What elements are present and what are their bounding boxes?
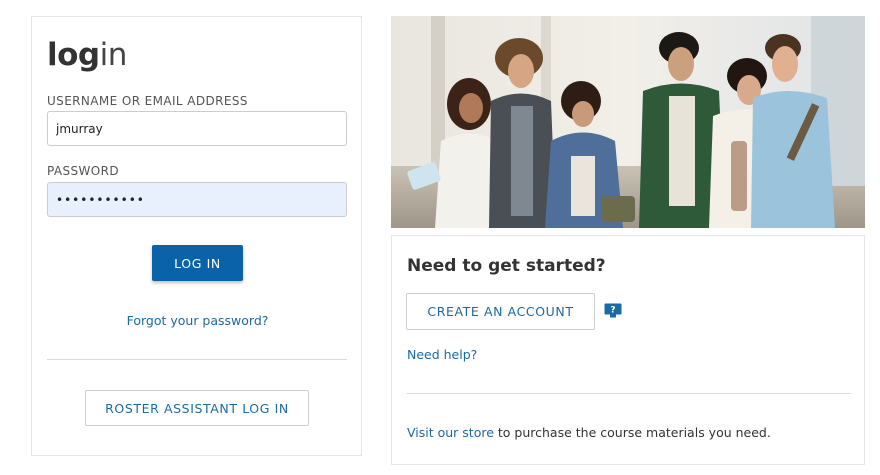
- hero-students-photo: [391, 16, 865, 228]
- svg-text:?: ?: [610, 306, 615, 316]
- get-started-card: Need to get started? CREATE AN ACCOUNT ?…: [391, 235, 865, 465]
- password-input[interactable]: [47, 182, 347, 217]
- login-card: login USERNAME OR EMAIL ADDRESS PASSWORD…: [31, 16, 362, 456]
- username-input[interactable]: [47, 111, 347, 146]
- need-help-link[interactable]: Need help?: [407, 347, 477, 362]
- login-title: login: [47, 37, 127, 73]
- visit-store-link[interactable]: Visit our store: [407, 425, 494, 440]
- create-account-button[interactable]: CREATE AN ACCOUNT: [406, 293, 595, 330]
- login-title-bold: log: [47, 37, 100, 73]
- password-label: PASSWORD: [47, 164, 120, 178]
- students-photo-illustration: [391, 16, 865, 228]
- roster-assistant-login-button[interactable]: ROSTER ASSISTANT LOG IN: [85, 390, 309, 426]
- login-button[interactable]: LOG IN: [152, 245, 243, 281]
- login-title-light: in: [99, 37, 128, 73]
- username-label: USERNAME OR EMAIL ADDRESS: [47, 94, 248, 108]
- help-question-icon[interactable]: ?: [604, 303, 622, 318]
- login-divider: [47, 359, 347, 360]
- get-started-title: Need to get started?: [407, 256, 606, 276]
- store-line: Visit our store to purchase the course m…: [407, 425, 771, 440]
- forgot-password-link[interactable]: Forgot your password?: [32, 313, 363, 328]
- store-line-text: to purchase the course materials you nee…: [493, 425, 771, 440]
- get-started-divider: [407, 393, 851, 394]
